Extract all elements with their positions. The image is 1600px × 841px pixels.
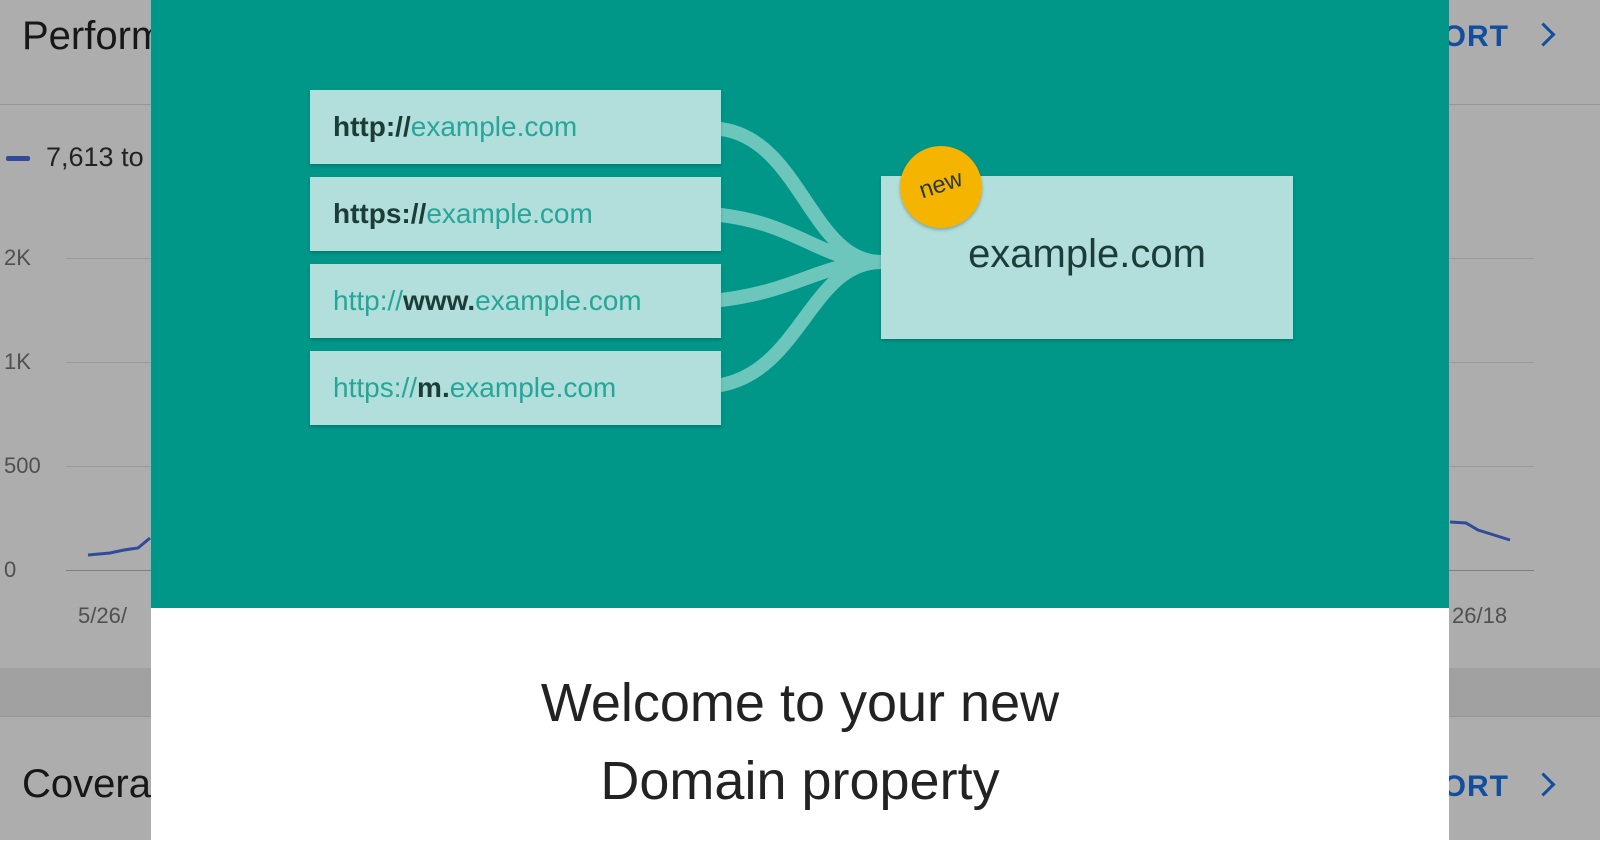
url-part: m. xyxy=(417,372,450,403)
url-part: https:// xyxy=(333,372,418,403)
new-badge: new xyxy=(900,146,982,228)
url-variant-https-m: https://m. example.com xyxy=(310,351,721,425)
url-part: example.com xyxy=(410,111,578,142)
url-variant-https: https://example.com xyxy=(310,177,721,251)
url-part: http:// xyxy=(333,111,411,142)
url-variant-http: http://example.com xyxy=(310,90,721,164)
url-part: example.com xyxy=(449,372,617,403)
domain-property-illustration: http://example.com https://example.com h… xyxy=(151,0,1449,608)
url-part: example.com xyxy=(475,285,642,316)
dialog-title-line: Welcome to your new xyxy=(540,673,1060,733)
url-part: http:// xyxy=(333,285,404,316)
url-part: https:// xyxy=(333,198,427,229)
welcome-dialog: http://example.com https://example.com h… xyxy=(151,0,1449,840)
dialog-title-line: Domain property xyxy=(600,751,1000,811)
new-badge-label: new xyxy=(915,164,966,205)
url-part: www. xyxy=(403,285,476,316)
url-variant-http-www: http://www. example.com xyxy=(310,264,721,338)
domain-property-label: example.com xyxy=(968,232,1206,276)
dialog-title: Welcome to your new Domain property xyxy=(151,664,1449,820)
url-part: example.com xyxy=(426,198,593,229)
